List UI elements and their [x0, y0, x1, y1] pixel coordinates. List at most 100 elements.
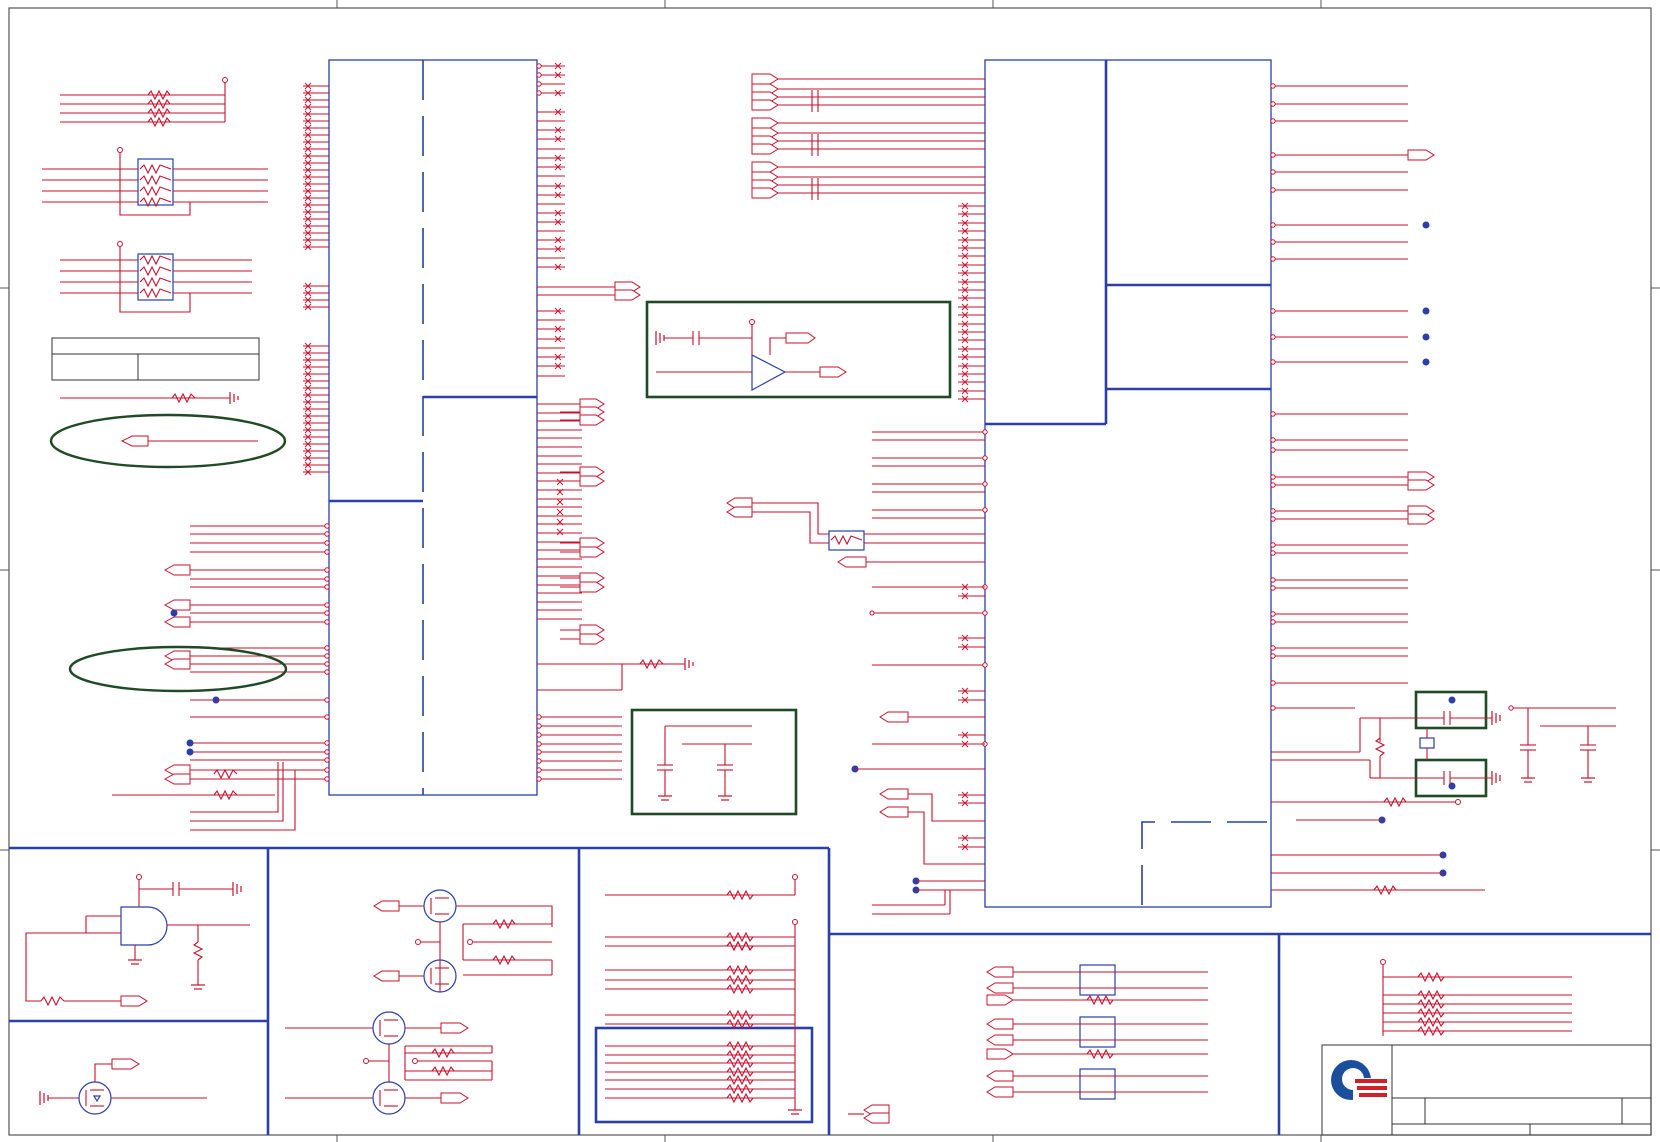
u2-right-nets: [1407, 149, 1435, 525]
pin-end: [536, 723, 542, 729]
pin-end: [1270, 334, 1276, 340]
net-port: [986, 1034, 1014, 1046]
rn-bottom-rows: [986, 964, 1208, 1100]
pin-end: [1270, 542, 1276, 548]
pin-end: [1270, 680, 1276, 686]
bottom-section-frames: [9, 846, 1651, 1135]
resistor-network-group-bottom: [848, 964, 1208, 1124]
pullup-resistor-rows: [605, 889, 795, 1104]
pin-end: [536, 63, 542, 69]
pin-end: [324, 757, 330, 763]
chip-u1-left-pins: [303, 82, 329, 476]
title-block: [1321, 1044, 1652, 1136]
pin-end: [982, 610, 988, 616]
single-mosfet-circuit: [39, 1058, 207, 1115]
net-port: [579, 581, 605, 593]
pin-end: [536, 81, 542, 87]
net-port: [986, 1070, 1014, 1082]
company-logo-mark: [1331, 1060, 1387, 1104]
pin-end: [1270, 239, 1276, 245]
pullup-highlight-box: [594, 1026, 814, 1124]
pin-end: [982, 507, 988, 513]
net-port: [986, 982, 1014, 994]
chip-u1-body: [328, 59, 538, 796]
mosfet-q2: [423, 889, 457, 923]
pin-end: [324, 540, 330, 546]
u2-mid-inputs: [726, 497, 985, 915]
chip-u2-left-pins: [869, 202, 988, 851]
pin-end: [982, 481, 988, 487]
pullup-resistor-bank: [594, 874, 814, 1124]
pin-end: [1270, 308, 1276, 314]
pin-end: [536, 741, 542, 747]
pin-end: [1270, 256, 1276, 262]
chip-u1-right-ports: [560, 398, 605, 645]
pin-end: [536, 732, 542, 738]
pin-end: [324, 776, 330, 782]
pin-end: [1270, 359, 1276, 365]
pin-end: [1270, 222, 1276, 228]
pin-end: [536, 758, 542, 764]
pin-end: [324, 661, 330, 667]
ellipse-top-net: [120, 435, 258, 447]
pin-end: [324, 653, 330, 659]
net-port: [986, 1086, 1014, 1098]
net-port: [579, 633, 605, 645]
crystal-circuit: [1271, 690, 1616, 896]
buffer-gate: [751, 354, 787, 392]
net-port: [986, 1048, 1014, 1060]
pin-end: [324, 610, 330, 616]
pin-end: [324, 697, 330, 703]
pin-end: [324, 767, 330, 773]
pin-end: [1270, 482, 1276, 488]
chip-u2-right-pins: [1270, 83, 1408, 711]
resistor-network-rn2: [60, 241, 252, 313]
schematic-sheet: [0, 0, 1660, 1142]
pin-end: [1270, 118, 1276, 124]
pin-end: [1270, 653, 1276, 659]
u2-diff-inputs: [751, 73, 985, 200]
pin-end: [324, 549, 330, 555]
mosfet-switch-circuit: [285, 889, 553, 1115]
net-port: [579, 414, 605, 426]
pin-end: [1270, 516, 1276, 522]
resistor-network-group-right: [1380, 959, 1572, 1037]
resistor-network-rn1: [42, 147, 268, 216]
pin-end: [1270, 101, 1276, 107]
pin-end: [982, 455, 988, 461]
net-port: [986, 1018, 1014, 1030]
pin-end: [1270, 585, 1276, 591]
pin-end: [982, 662, 988, 668]
pin-end: [1270, 169, 1276, 175]
pin-end: [869, 610, 875, 616]
pin-end: [536, 749, 542, 755]
pin-end: [536, 767, 542, 773]
chip-u2: [869, 59, 1408, 908]
pin-end: [1270, 705, 1276, 711]
pin-end: [1270, 474, 1276, 480]
pin-end: [1270, 152, 1276, 158]
pin-end: [324, 602, 330, 608]
chip-u1-lower-left-nets: [190, 523, 330, 782]
pin-end: [1270, 645, 1276, 651]
option-table: [51, 337, 260, 381]
pin-end: [1270, 619, 1276, 625]
pin-end: [324, 567, 330, 573]
chip-u1-right-pins: [536, 62, 622, 782]
mosfet-q5: [372, 1081, 406, 1115]
pin-end: [324, 576, 330, 582]
mosfet-q4: [372, 1011, 406, 1045]
net-port: [579, 546, 605, 558]
pin-end: [1270, 187, 1276, 193]
pin-end: [536, 776, 542, 782]
buffer-circuit: [645, 300, 952, 399]
rn-right-rows: [1383, 971, 1572, 1037]
net-port: [986, 994, 1014, 1006]
pin-end: [324, 523, 330, 529]
pin-end: [324, 749, 330, 755]
decoupling-caps: [630, 708, 798, 816]
pin-end: [536, 90, 542, 96]
pin-end: [536, 714, 542, 720]
pin-end: [1270, 611, 1276, 617]
pin-end: [1270, 508, 1276, 514]
